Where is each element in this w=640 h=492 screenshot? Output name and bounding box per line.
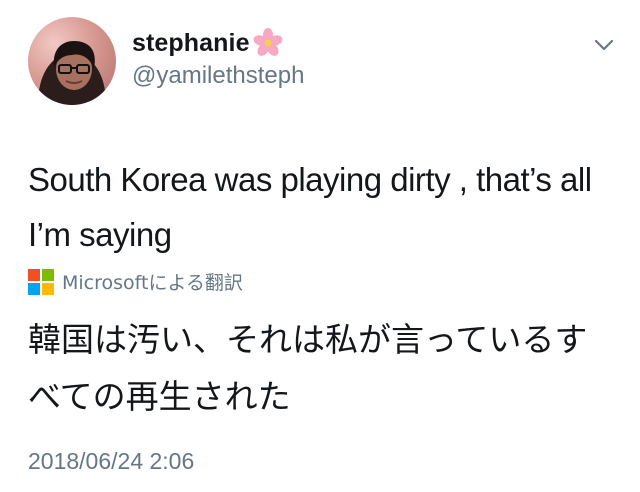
user-handle[interactable]: @yamilethsteph: [132, 62, 304, 90]
avatar[interactable]: [28, 17, 116, 105]
user-name-row[interactable]: stephanie: [132, 28, 283, 58]
tweet-text: South Korea was playing dirty , that’s a…: [28, 161, 592, 253]
cherry-blossom-icon: [253, 28, 283, 56]
translation-attribution[interactable]: Microsoftによる翻訳: [28, 268, 243, 295]
microsoft-logo-icon: [28, 268, 54, 295]
chevron-down-icon[interactable]: [594, 38, 614, 52]
translation-label: Microsoftによる翻訳: [62, 272, 243, 294]
tweet-timestamp[interactable]: 2018/06/24 2:06: [28, 448, 194, 475]
display-name[interactable]: stephanie: [132, 29, 250, 58]
translated-text: 韓国は汚い、それは私が言っているすべての再生された: [28, 320, 588, 416]
